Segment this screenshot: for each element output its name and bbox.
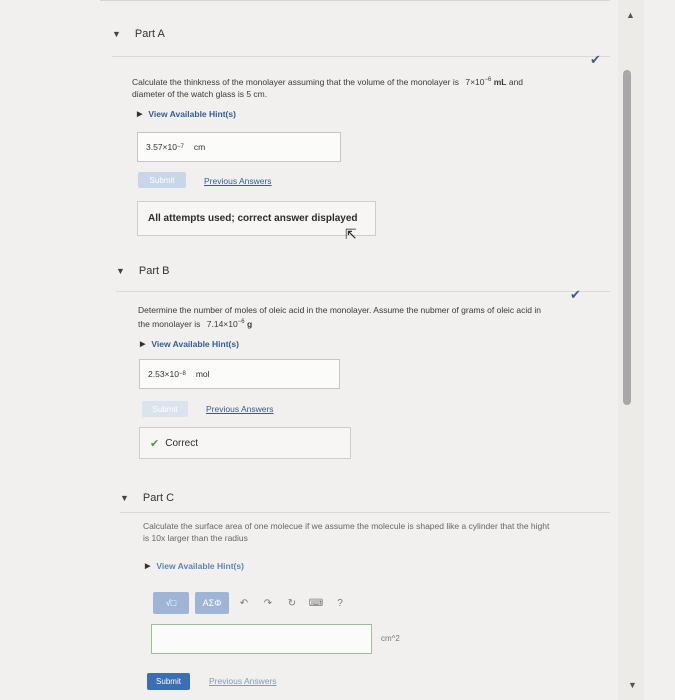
scroll-up-arrow-icon[interactable]: ▲ bbox=[626, 10, 635, 20]
mass-value: 7.14×10−6 g bbox=[206, 318, 253, 329]
scroll-down-arrow-icon[interactable]: ▼ bbox=[628, 680, 637, 690]
part-a-answer-field[interactable]: 3.57×10 −7 cm bbox=[137, 132, 341, 162]
undo-icon[interactable]: ↶ bbox=[235, 598, 253, 609]
part-b-hint-toggle[interactable]: ▶ View Available Hint(s) bbox=[140, 339, 239, 349]
symbols-button[interactable]: ΑΣΦ bbox=[195, 592, 229, 614]
part-c-divider bbox=[120, 512, 610, 513]
scrollbar-track[interactable] bbox=[618, 0, 644, 700]
checkmark-icon: ✔ bbox=[570, 287, 581, 302]
part-b-title: Part B bbox=[138, 265, 170, 277]
expand-triangle-icon: ▶ bbox=[140, 341, 146, 348]
math-toolbar: √□ ΑΣΦ ↶ ↷ ↻ ⌨ ? bbox=[153, 592, 349, 614]
top-divider bbox=[100, 0, 610, 1]
part-c-unit: cm^2 bbox=[381, 634, 400, 643]
part-c-title: Part C bbox=[142, 492, 175, 504]
keyboard-icon[interactable]: ⌨ bbox=[307, 598, 325, 609]
collapse-caret-icon[interactable]: ▼ bbox=[112, 29, 121, 39]
correct-check-icon: ✔ bbox=[150, 437, 160, 450]
part-a-hint-toggle[interactable]: ▶ View Available Hint(s) bbox=[137, 109, 236, 119]
part-c-previous-answers-link[interactable]: Previous Answers bbox=[209, 676, 277, 686]
page: ▼ Part A ✔ Calculate the thinkness of th… bbox=[0, 0, 675, 700]
help-button[interactable]: ? bbox=[331, 598, 349, 609]
part-c-submit-button[interactable]: Submit bbox=[147, 673, 190, 690]
part-b-header[interactable]: ▼ Part B bbox=[116, 265, 170, 277]
part-b-divider bbox=[116, 291, 610, 292]
part-a-title: Part A bbox=[134, 28, 165, 40]
template-button[interactable]: √□ bbox=[153, 592, 189, 614]
volume-value: 7×10−6 mL bbox=[465, 76, 507, 87]
scrollbar-thumb[interactable] bbox=[623, 70, 631, 405]
mouse-pointer-icon: ⇱ bbox=[345, 226, 357, 242]
part-c-hint-toggle[interactable]: ▶ View Available Hint(s) bbox=[145, 561, 244, 571]
part-b-prompt: Determine the number of moles of oleic a… bbox=[138, 305, 542, 329]
part-c-prompt: Calculate the surface area of one molecu… bbox=[143, 521, 550, 543]
part-a-feedback: All attempts used; correct answer displa… bbox=[137, 201, 376, 236]
part-b-feedback: ✔ Correct bbox=[139, 427, 351, 459]
part-c-answer-field[interactable] bbox=[151, 624, 372, 654]
part-b-answer-field[interactable]: 2.53×10 −8 mol bbox=[139, 359, 340, 389]
part-a-previous-answers-link[interactable]: Previous Answers bbox=[204, 176, 272, 186]
collapse-caret-icon[interactable]: ▼ bbox=[116, 266, 125, 276]
reset-icon[interactable]: ↻ bbox=[283, 598, 301, 609]
part-a-prompt: Calculate the thinkness of the monolayer… bbox=[132, 76, 524, 99]
part-b-submit-button[interactable]: Submit bbox=[142, 401, 188, 417]
part-a-submit-button[interactable]: Submit bbox=[138, 172, 186, 188]
expand-triangle-icon: ▶ bbox=[145, 563, 151, 570]
redo-icon[interactable]: ↷ bbox=[259, 598, 277, 609]
checkmark-icon: ✔ bbox=[590, 52, 601, 67]
part-b-previous-answers-link[interactable]: Previous Answers bbox=[206, 404, 274, 414]
part-a-header[interactable]: ▼ Part A bbox=[112, 28, 165, 40]
expand-triangle-icon: ▶ bbox=[137, 111, 143, 118]
part-a-divider bbox=[112, 56, 610, 57]
part-c-header[interactable]: ▼ Part C bbox=[120, 492, 174, 504]
collapse-caret-icon[interactable]: ▼ bbox=[120, 493, 129, 503]
